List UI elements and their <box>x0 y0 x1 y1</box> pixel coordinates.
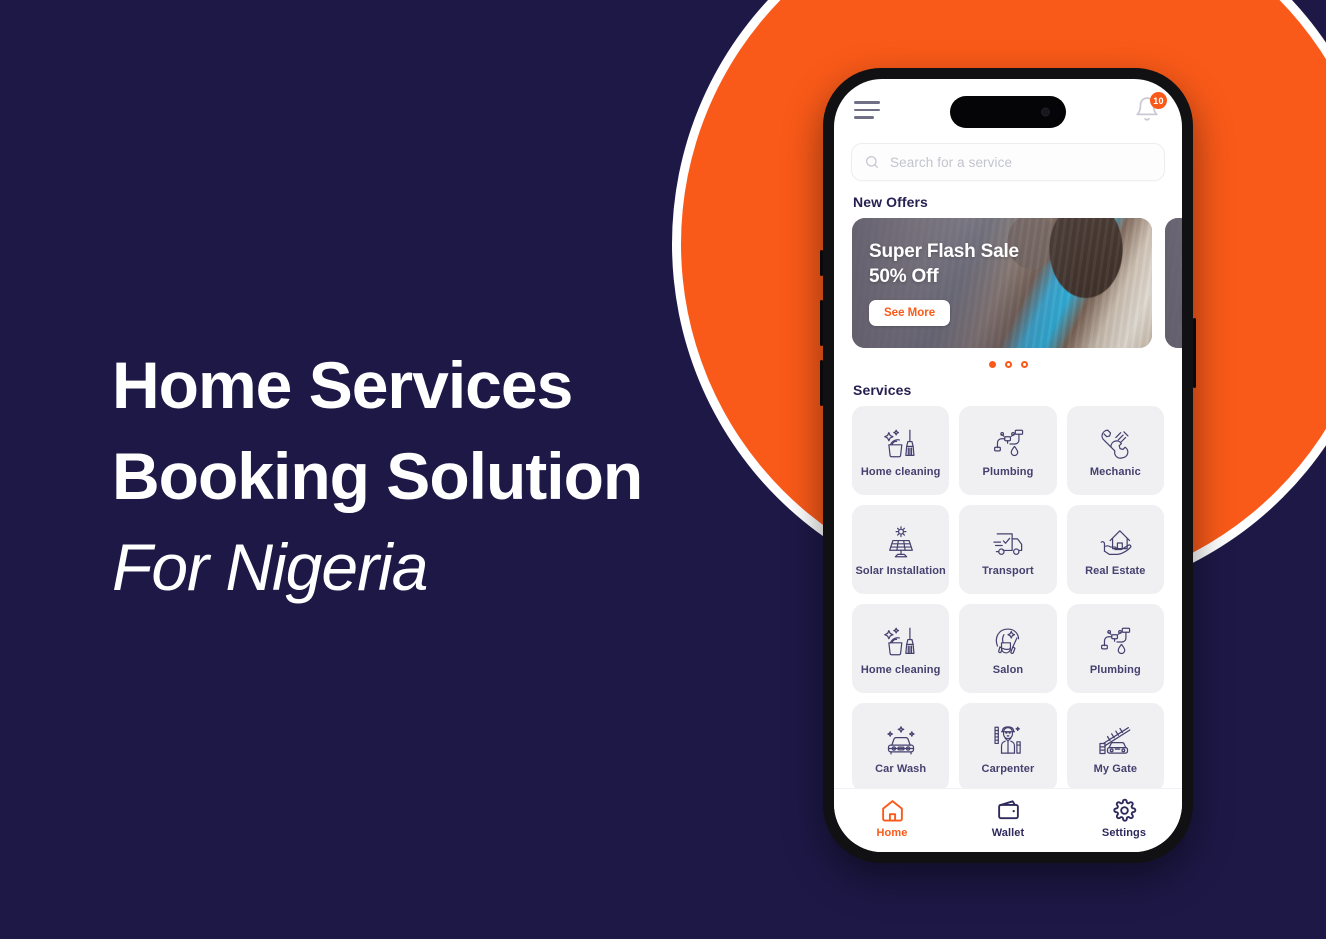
offer-subtitle: 50% Off <box>869 265 939 287</box>
headline-line-2: Booking Solution <box>112 439 643 514</box>
home-icon <box>881 800 903 822</box>
hero-headline: Home Services Booking Solution For Niger… <box>112 340 752 613</box>
search-icon <box>866 156 878 168</box>
notification-bell-icon[interactable]: 10 <box>1134 92 1167 125</box>
gate-barrier-icon <box>1095 721 1135 761</box>
carousel-dot-1[interactable] <box>988 360 996 368</box>
service-label: Car Wash <box>875 763 927 776</box>
pipe-faucet-icon <box>1096 622 1134 662</box>
cleaning-bucket-broom-icon <box>883 424 919 464</box>
see-more-button[interactable]: See More <box>869 300 951 327</box>
nav-label: Home <box>876 827 908 839</box>
service-label: Salon <box>992 664 1024 677</box>
phone-volume-down-button[interactable] <box>820 360 823 406</box>
carousel-dots <box>834 359 1182 369</box>
car-wash-icon <box>881 721 921 761</box>
nav-label: Wallet <box>991 827 1025 839</box>
offer-card[interactable]: Super Flash Sale 50% Off See More <box>852 218 1152 348</box>
search-input[interactable]: Search for a service <box>851 143 1165 181</box>
services-title: Services <box>853 382 912 398</box>
phone-mockup: 10 Search for a service New Offers Super… <box>820 68 1196 863</box>
phone-silent-switch[interactable] <box>820 250 823 276</box>
nav-item-settings[interactable]: Settings <box>1066 798 1182 839</box>
phone-screen: 10 Search for a service New Offers Super… <box>834 79 1182 852</box>
service-tile-plumbing[interactable]: Plumbing <box>959 406 1057 495</box>
search-placeholder-text: Search for a service <box>890 154 1013 170</box>
service-tile-home-cleaning[interactable]: Home cleaning <box>852 406 950 495</box>
service-tile-carpenter[interactable]: Carpenter <box>959 703 1057 792</box>
bottom-navigation: Home Wallet Settings <box>834 788 1182 852</box>
solar-panel-icon <box>883 523 919 563</box>
carousel-dot-2[interactable] <box>1004 360 1012 368</box>
phone-power-button[interactable] <box>1193 318 1196 388</box>
carpenter-worker-icon <box>990 721 1026 761</box>
gear-icon <box>1112 798 1136 822</box>
service-label: Transport <box>982 565 1034 578</box>
hairdresser-icon <box>990 622 1026 662</box>
service-label: My Gate <box>1093 763 1138 776</box>
nav-item-wallet[interactable]: Wallet <box>950 798 1066 839</box>
service-label: Solar Installation <box>855 565 946 578</box>
service-label: Plumbing <box>982 466 1034 479</box>
notification-badge: 10 <box>1150 92 1167 109</box>
service-tile-my-gate[interactable]: My Gate <box>1066 703 1164 792</box>
offer-title: Super Flash Sale <box>869 241 1019 262</box>
offers-carousel[interactable]: Super Flash Sale 50% Off See More Super … <box>834 218 1182 348</box>
services-grid: Home cleaning Plumbing Mechanic Solar In… <box>834 406 1182 792</box>
service-tile-home-cleaning[interactable]: Home cleaning <box>852 604 950 693</box>
delivery-truck-icon <box>989 523 1027 563</box>
wallet-icon <box>997 800 1019 820</box>
hamburger-menu-icon[interactable] <box>854 101 880 119</box>
offer-card[interactable]: Super Flash Sale 50% Off See More <box>1165 218 1182 348</box>
service-tile-car-wash[interactable]: Car Wash <box>852 703 950 792</box>
offer-card-scrim <box>1165 218 1182 348</box>
service-tile-mechanic[interactable]: Mechanic <box>1066 406 1164 495</box>
pipe-faucet-icon <box>989 424 1027 464</box>
service-tile-real-estate[interactable]: Real Estate <box>1066 505 1164 594</box>
front-camera-icon <box>1041 107 1050 117</box>
service-tile-plumbing[interactable]: Plumbing <box>1066 604 1164 693</box>
service-label: Carpenter <box>981 763 1035 776</box>
service-label: Home cleaning <box>860 664 941 677</box>
service-label: Home cleaning <box>860 466 941 479</box>
nav-label: Settings <box>1101 827 1147 839</box>
service-label: Mechanic <box>1089 466 1141 479</box>
wrench-spanner-icon <box>1097 424 1133 464</box>
cleaning-bucket-broom-icon <box>883 622 919 662</box>
headline-line-3: For Nigeria <box>112 530 428 605</box>
house-in-hand-icon <box>1097 523 1133 563</box>
service-tile-salon[interactable]: Salon <box>959 604 1057 693</box>
new-offers-title: New Offers <box>853 194 928 210</box>
carousel-dot-3[interactable] <box>1020 360 1028 368</box>
service-label: Plumbing <box>1089 664 1141 677</box>
phone-volume-up-button[interactable] <box>820 300 823 346</box>
service-tile-solar-installation[interactable]: Solar Installation <box>852 505 950 594</box>
service-tile-transport[interactable]: Transport <box>959 505 1057 594</box>
nav-item-home[interactable]: Home <box>834 798 950 839</box>
app-scroll-area[interactable]: 10 Search for a service New Offers Super… <box>834 79 1182 852</box>
headline-line-1: Home Services <box>112 348 573 422</box>
service-label: Real Estate <box>1085 565 1146 578</box>
dynamic-island <box>950 96 1066 128</box>
